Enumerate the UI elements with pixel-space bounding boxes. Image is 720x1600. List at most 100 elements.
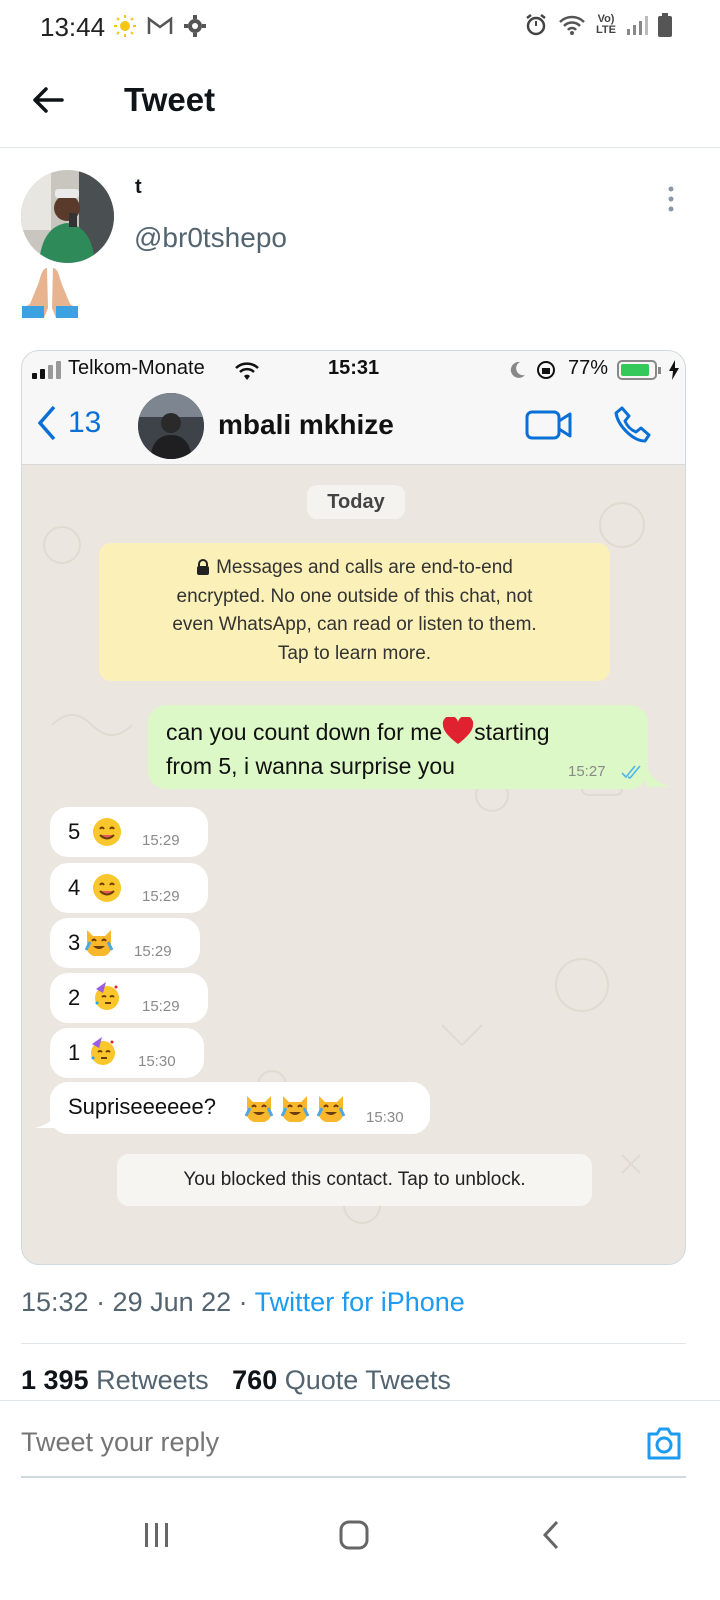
back-arrow-icon[interactable] — [30, 82, 66, 118]
status-bar: 13:44 Vo) LTE — [0, 0, 720, 54]
app-header: Tweet — [0, 54, 720, 148]
volte-icon: Vo) LTE — [596, 13, 616, 36]
blocked-contact-notice[interactable]: You blocked this contact. Tap to unblock… — [117, 1154, 592, 1206]
divider — [21, 1343, 686, 1344]
chevron-left-icon — [37, 405, 56, 441]
back-button[interactable] — [526, 1510, 576, 1560]
bubble-tail — [646, 763, 672, 787]
tweet-timestamp: 15:32 · 29 Jun 22 · — [21, 1287, 255, 1317]
message-text: 5 — [68, 819, 81, 844]
message-text: 4 — [68, 875, 81, 900]
partying-face-emoji-icon — [91, 1037, 115, 1065]
alarm-icon — [526, 14, 546, 36]
video-call-icon[interactable] — [525, 409, 573, 441]
message-text: 3 — [68, 930, 81, 955]
contact-name[interactable]: mbali mkhize — [218, 409, 394, 441]
cat-tears-of-joy-emoji-icon — [84, 930, 114, 956]
tweet-stats: 1 395 Retweets 760 Quote Tweets — [21, 1365, 451, 1396]
chat-back-button[interactable]: 13 — [36, 405, 101, 441]
message-time: 15:29 — [142, 998, 180, 1015]
cat-tears-of-joy-emoji-icon — [280, 1096, 310, 1122]
battery-percent: 77% — [568, 357, 609, 379]
retweets-link[interactable]: 1 395 Retweets — [21, 1365, 209, 1395]
encryption-notice[interactable]: Messages and calls are end-to-end encryp… — [99, 543, 610, 681]
phone-call-icon[interactable] — [613, 405, 653, 445]
message-text: Supriseeeeee? — [68, 1094, 217, 1119]
battery-icon — [658, 13, 672, 37]
reply-underline — [21, 1476, 686, 1478]
tweet-source-link[interactable]: Twitter for iPhone — [255, 1287, 465, 1317]
message-time: 15:27 — [568, 763, 606, 780]
partying-face-emoji-icon — [95, 982, 119, 1010]
orientation-lock-icon — [537, 361, 555, 379]
message-text: from 5, i wanna surprise you — [166, 753, 455, 779]
page-title: Tweet — [124, 81, 216, 118]
smiling-face-emoji-icon — [93, 818, 121, 846]
author-name[interactable]: t — [135, 176, 142, 199]
encryption-line-3: even WhatsApp, can read or listen to the… — [172, 614, 537, 635]
encryption-line-4: Tap to learn more. — [277, 642, 432, 664]
retweets-count: 1 395 — [21, 1365, 89, 1395]
charging-bolt-icon — [669, 360, 679, 380]
message-bubble-incoming[interactable]: 4 15:29 — [50, 863, 208, 913]
message-bubble-incoming[interactable]: 2 15:29 — [50, 973, 208, 1023]
smiling-face-emoji-icon — [93, 874, 121, 902]
message-bubble-incoming[interactable]: 1 15:30 — [50, 1028, 204, 1078]
read-ticks-icon — [621, 765, 641, 779]
message-bubble-incoming[interactable]: Supriseeeeee? 15:30 — [50, 1082, 430, 1134]
message-text: starting — [474, 719, 550, 745]
embedded-status-bar: Telkom-Monate 15:31 77% — [22, 351, 685, 389]
quote-tweets-label: Quote Tweets — [277, 1365, 451, 1395]
status-time: 13:44 — [40, 12, 106, 42]
recent-apps-button[interactable] — [132, 1510, 182, 1560]
message-bubble-incoming[interactable]: 5 15:29 — [50, 807, 208, 857]
retweets-label: Retweets — [88, 1365, 209, 1395]
tweet-media-image[interactable]: Telkom-Monate 15:31 77% 13 mbali mkhize — [21, 350, 686, 1265]
recent-apps-icon — [145, 1523, 168, 1547]
unread-count: 13 — [68, 406, 102, 439]
reply-input[interactable] — [21, 1427, 581, 1458]
cell-signal-icon — [32, 361, 61, 379]
folded-hands-emoji-icon — [22, 268, 78, 318]
system-nav-bar — [0, 1480, 720, 1600]
gmail-icon — [147, 16, 173, 34]
carrier-label: Telkom-Monate — [68, 357, 205, 379]
message-time: 15:29 — [142, 832, 180, 849]
back-chevron-icon — [542, 1520, 559, 1550]
quote-tweets-link[interactable]: 760 Quote Tweets — [232, 1365, 451, 1395]
reply-bar — [0, 1400, 720, 1477]
bubble-tail — [34, 1107, 58, 1128]
encryption-line-2: encrypted. No one outside of this chat, … — [176, 585, 533, 607]
sun-icon — [114, 15, 136, 37]
gear-icon — [184, 15, 206, 37]
message-text: can you count down for me — [166, 719, 443, 745]
message-bubble-outgoing[interactable]: can you count down for me starting from 5… — [148, 705, 648, 789]
quote-tweets-count: 760 — [232, 1365, 278, 1395]
signal-icon — [627, 16, 648, 35]
embedded-time: 15:31 — [328, 357, 380, 379]
more-options-icon[interactable] — [664, 184, 678, 214]
cat-tears-of-joy-emoji-icon — [244, 1096, 274, 1122]
chat-header: 13 mbali mkhize — [22, 389, 685, 465]
battery-icon — [617, 360, 661, 380]
message-text: 1 — [68, 1040, 81, 1065]
tweet-timestamp-row: 15:32 · 29 Jun 22 · Twitter for iPhone — [21, 1287, 465, 1318]
message-bubble-incoming[interactable]: 3 15:29 — [50, 918, 200, 968]
home-icon — [339, 1520, 369, 1550]
wifi-icon — [559, 15, 585, 35]
date-chip: Today — [307, 485, 405, 519]
message-time: 15:29 — [142, 888, 180, 905]
message-time: 15:30 — [366, 1109, 404, 1126]
contact-avatar[interactable] — [138, 393, 204, 459]
moon-icon — [510, 361, 525, 378]
message-time: 15:30 — [138, 1053, 176, 1070]
home-button[interactable] — [329, 1510, 379, 1560]
avatar[interactable] — [21, 170, 114, 263]
cat-tears-of-joy-emoji-icon — [316, 1096, 346, 1122]
camera-icon[interactable] — [645, 1425, 683, 1461]
author-handle[interactable]: @br0tshepo — [134, 222, 287, 254]
message-text: 2 — [68, 985, 81, 1010]
lock-icon — [197, 559, 210, 575]
encryption-line-1: Messages and calls are end-to-end — [216, 557, 513, 578]
wifi-icon — [235, 362, 259, 380]
